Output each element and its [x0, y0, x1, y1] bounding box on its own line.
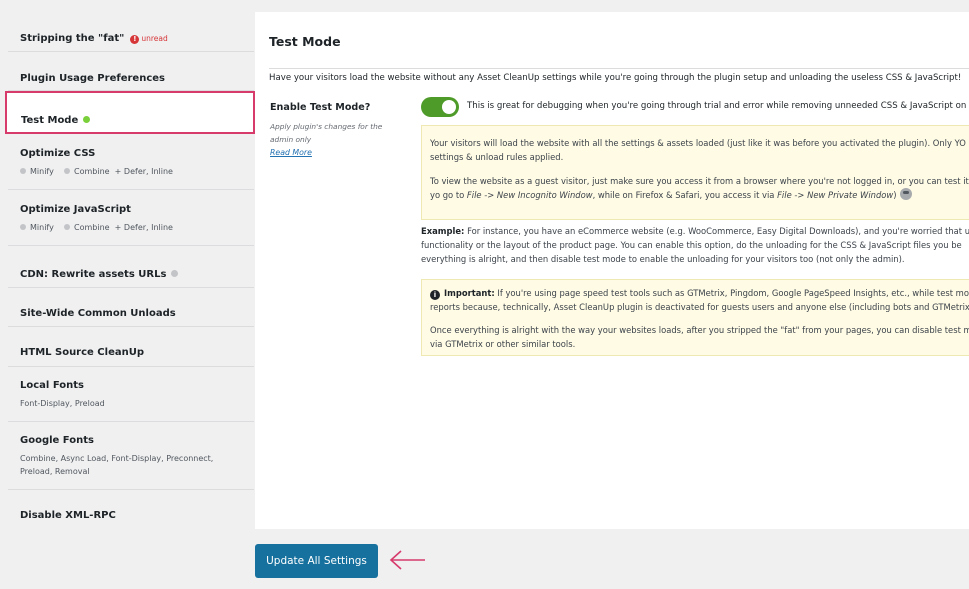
- sidebar-item-label: Site-Wide Common Unloads: [20, 308, 176, 319]
- status-dot-icon: [20, 168, 26, 174]
- sidebar-item-test-mode[interactable]: Test Mode: [5, 91, 255, 134]
- sidebar-item-label: Google Fonts: [20, 435, 94, 446]
- sidebar-item-disable-xmlrpc[interactable]: Disable XML-RPC: [8, 490, 254, 530]
- setting-label: Enable Test Mode?: [270, 102, 371, 113]
- sidebar-item-sub: Font-Display, Preload: [20, 399, 105, 408]
- status-dot-icon: [20, 224, 26, 230]
- sidebar-item-sub: Combine, Async Load, Font-Display, Preco…: [20, 454, 214, 476]
- sidebar-item-label: Disable XML-RPC: [20, 510, 116, 521]
- sidebar-item-label: CDN: Rewrite assets URLs: [20, 269, 167, 280]
- status-dot-icon: [83, 116, 91, 123]
- sidebar-item-stripping-fat[interactable]: Stripping the "fat"! unread: [8, 0, 254, 52]
- sidebar-item-sub: Minify Combine + Defer, Inline: [20, 165, 242, 178]
- sidebar-item-label: Optimize CSS: [20, 148, 96, 159]
- setting-note: Apply plugin's changes for the admin onl…: [270, 122, 383, 144]
- toggle-knob: [442, 100, 456, 114]
- divider: [269, 68, 969, 69]
- example-text: Example: For instance, you have an eComm…: [421, 226, 969, 264]
- info-icon: i: [430, 290, 440, 300]
- sidebar-item-optimize-css[interactable]: Optimize CSS Minify Combine + Defer, Inl…: [8, 134, 254, 190]
- arrow-left-icon: [389, 550, 425, 570]
- sidebar-item-local-fonts[interactable]: Local Fonts Font-Display, Preload: [8, 367, 254, 422]
- status-dot-icon: [64, 168, 70, 174]
- sidebar-item-label: HTML Source CleanUp: [20, 347, 145, 358]
- sidebar-item-optimize-js[interactable]: Optimize JavaScript Minify Combine + Def…: [8, 190, 254, 246]
- sidebar-item-label: Plugin Usage Preferences: [20, 73, 165, 84]
- alert-icon: !: [130, 35, 140, 44]
- page-title: Test Mode: [269, 34, 341, 49]
- status-dot-icon: [64, 224, 70, 230]
- sidebar-item-cdn[interactable]: CDN: Rewrite assets URLs: [8, 246, 254, 288]
- settings-sidebar: Stripping the "fat"! unread Plugin Usage …: [0, 0, 255, 589]
- sidebar-item-label: Test Mode: [21, 115, 79, 126]
- settings-panel: Test Mode Have your visitors load the we…: [255, 12, 969, 529]
- sidebar-item-label: Optimize JavaScript: [20, 204, 131, 215]
- incognito-icon: [899, 188, 912, 200]
- unread-label: unread: [141, 34, 168, 43]
- visitor-notice: Your visitors will load the website with…: [421, 125, 969, 220]
- sidebar-item-site-wide-unloads[interactable]: Site-Wide Common Unloads: [8, 288, 254, 327]
- test-mode-toggle[interactable]: [421, 97, 459, 117]
- toggle-description: This is great for debugging when you're …: [467, 101, 969, 111]
- read-more-link[interactable]: Read More: [270, 148, 312, 157]
- sidebar-item-label: Stripping the "fat": [20, 33, 125, 44]
- panel-description: Have your visitors load the website with…: [269, 73, 962, 83]
- status-dot-icon: [171, 270, 179, 277]
- sidebar-item-html-cleanup[interactable]: HTML Source CleanUp: [8, 327, 254, 367]
- sidebar-item-sub: Minify Combine + Defer, Inline: [20, 221, 242, 234]
- sidebar-item-plugin-usage[interactable]: Plugin Usage Preferences: [8, 52, 254, 91]
- update-all-settings-button[interactable]: Update All Settings: [255, 544, 378, 578]
- important-notice: i Important: If you're using page speed t…: [421, 279, 969, 356]
- sidebar-item-google-fonts[interactable]: Google Fonts Combine, Async Load, Font-D…: [8, 422, 254, 490]
- sidebar-item-label: Local Fonts: [20, 380, 84, 391]
